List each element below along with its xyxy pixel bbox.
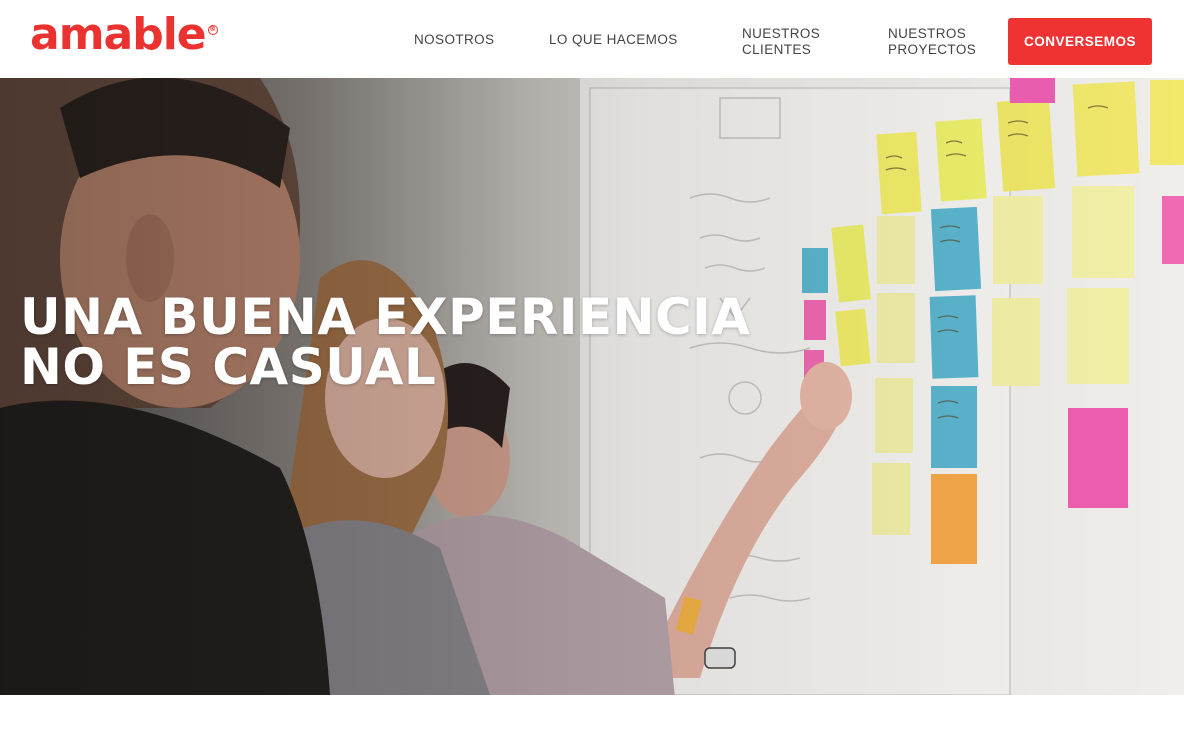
nav-nosotros[interactable]: NOSOTROS bbox=[414, 32, 494, 48]
nav-nuestros-proyectos[interactable]: NUESTROS PROYECTOS bbox=[888, 26, 988, 58]
nav-proyectos-line2: PROYECTOS bbox=[888, 42, 977, 57]
hero-title-line2: NO ES CASUAL bbox=[20, 338, 437, 396]
logo-text: amable bbox=[30, 9, 207, 60]
hero-title-line1: UNA BUENA EXPERIENCIA bbox=[20, 288, 751, 346]
site-header: amable ® NOSOTROS LO QUE HACEMOS NUESTRO… bbox=[0, 0, 1184, 78]
hero-banner: UNA BUENA EXPERIENCIA NO ES CASUAL bbox=[0, 78, 1184, 695]
nav-clientes-line1: NUESTROS bbox=[742, 26, 821, 41]
hero-title: UNA BUENA EXPERIENCIA NO ES CASUAL bbox=[20, 292, 750, 392]
nav-lo-que-hacemos[interactable]: LO QUE HACEMOS bbox=[549, 32, 678, 48]
nav-proyectos-line1: NUESTROS bbox=[888, 26, 967, 41]
amable-logo[interactable]: amable ® bbox=[30, 11, 218, 59]
registered-mark-icon: ® bbox=[207, 25, 218, 35]
conversemos-button[interactable]: CONVERSEMOS bbox=[1008, 18, 1152, 65]
nav-clientes-line2: CLIENTES bbox=[742, 42, 812, 57]
page-content-start bbox=[0, 695, 1184, 740]
nav-nuestros-clientes[interactable]: NUESTROS CLIENTES bbox=[742, 26, 842, 58]
